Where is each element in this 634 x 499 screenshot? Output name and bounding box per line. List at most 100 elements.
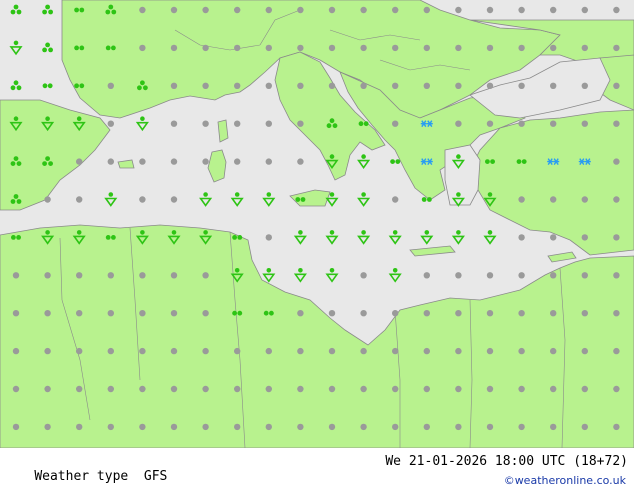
dot-icon xyxy=(392,6,399,14)
dot-icon xyxy=(486,272,494,279)
dot-icon xyxy=(202,6,209,14)
dot-icon xyxy=(297,347,304,355)
dot-icon xyxy=(392,310,399,317)
dot-icon xyxy=(455,82,462,90)
dot-icon xyxy=(107,82,115,90)
dot-icon xyxy=(44,310,51,317)
dot-icon xyxy=(392,347,399,355)
dot-icon xyxy=(139,158,146,165)
dot-icon xyxy=(76,310,83,317)
dot-icon xyxy=(518,196,525,203)
dot-icon xyxy=(392,44,399,52)
dot-icon xyxy=(139,347,146,355)
dot-icon xyxy=(44,385,51,393)
dot-icon xyxy=(423,423,430,431)
dot-icon xyxy=(455,44,462,52)
dot-icon xyxy=(234,385,241,393)
dot-icon xyxy=(360,385,367,393)
dot-icon xyxy=(297,385,304,393)
dot-icon xyxy=(518,44,525,52)
dot-icon xyxy=(486,385,494,393)
dot-icon xyxy=(170,310,178,317)
dot-icon xyxy=(202,385,209,393)
dot-icon xyxy=(297,310,304,317)
dot-icon xyxy=(265,82,272,90)
dot-icon xyxy=(328,44,336,52)
dot-icon xyxy=(328,6,336,14)
dot-icon xyxy=(76,385,83,393)
dot-icon xyxy=(581,44,588,52)
dot-icon xyxy=(392,385,399,393)
dot-icon xyxy=(202,423,209,431)
dot-icon xyxy=(234,347,241,355)
dot-icon xyxy=(392,196,399,203)
dot-icon xyxy=(12,423,20,431)
dot-icon xyxy=(202,44,209,52)
dot-icon xyxy=(202,120,209,127)
dot-icon xyxy=(581,82,588,90)
dot-icon xyxy=(107,385,115,393)
dot-icon xyxy=(455,272,462,279)
dot-icon xyxy=(170,347,178,355)
dot-icon xyxy=(12,310,20,317)
dot-icon xyxy=(613,120,620,127)
dot-icon xyxy=(613,44,620,52)
dot-icon xyxy=(392,120,399,127)
dot-icon xyxy=(234,44,241,52)
dot-icon xyxy=(265,6,272,14)
dot-icon xyxy=(202,347,209,355)
dot-icon xyxy=(581,310,588,317)
dot-icon xyxy=(455,423,462,431)
dot-icon xyxy=(107,423,115,431)
dot-icon xyxy=(550,120,557,127)
dot-icon xyxy=(581,196,588,203)
credit-link[interactable]: ©weatheronline.co.uk xyxy=(504,474,626,487)
dot-icon xyxy=(76,272,83,279)
dot-icon xyxy=(170,6,178,14)
dot-icon xyxy=(328,82,336,90)
dot-icon xyxy=(360,347,367,355)
aegean-sea xyxy=(444,144,481,206)
dot-icon xyxy=(297,423,304,431)
dot-icon xyxy=(613,82,620,90)
dot-icon xyxy=(486,423,494,431)
dot-icon xyxy=(139,310,146,317)
dot-icon xyxy=(202,310,209,317)
dot-icon xyxy=(455,6,462,14)
dot-icon xyxy=(44,196,51,203)
dot-icon xyxy=(107,120,115,127)
dot-icon xyxy=(328,423,336,431)
dot-icon xyxy=(360,6,367,14)
dot-icon xyxy=(234,423,241,431)
dot-icon xyxy=(265,158,272,165)
dot-icon xyxy=(581,234,588,241)
dot-icon xyxy=(392,82,399,90)
dot-icon xyxy=(12,272,20,279)
dot-icon xyxy=(139,44,146,52)
dot-icon xyxy=(486,347,494,355)
dot-icon xyxy=(265,120,272,127)
dot-icon xyxy=(581,6,588,14)
dot-icon xyxy=(613,347,620,355)
dot-icon xyxy=(581,423,588,431)
dot-icon xyxy=(265,44,272,52)
dot-icon xyxy=(76,196,83,203)
dot-icon xyxy=(486,82,494,90)
dot-icon xyxy=(550,82,557,90)
dot-icon xyxy=(613,423,620,431)
dot-icon xyxy=(170,196,178,203)
dot-icon xyxy=(518,6,525,14)
dot-icon xyxy=(581,347,588,355)
dot-icon xyxy=(423,310,430,317)
dot-icon xyxy=(139,423,146,431)
dot-icon xyxy=(518,234,525,241)
dot-icon xyxy=(107,310,115,317)
dot-icon xyxy=(297,44,304,52)
dot-icon xyxy=(12,385,20,393)
dot-icon xyxy=(486,6,494,14)
dot-icon xyxy=(518,385,525,393)
dot-icon xyxy=(613,272,620,279)
dot-icon xyxy=(581,272,588,279)
dot-icon xyxy=(328,310,336,317)
dot-icon xyxy=(455,120,462,127)
